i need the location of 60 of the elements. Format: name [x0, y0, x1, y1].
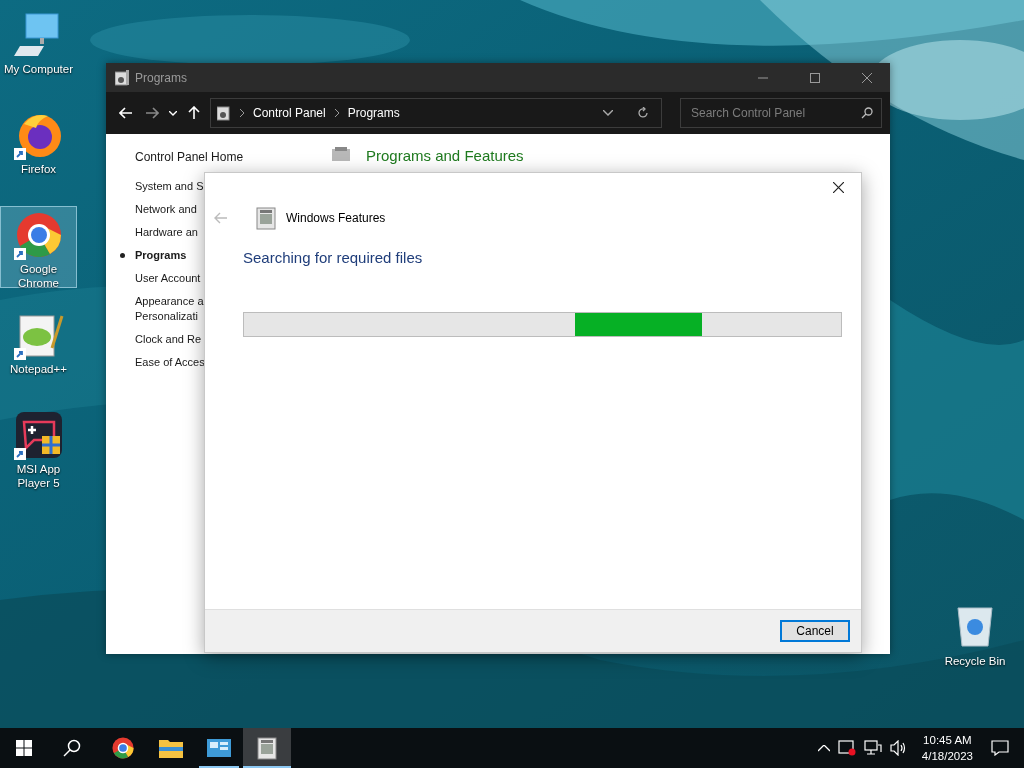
- taskbar-button[interactable]: [243, 728, 291, 768]
- clock-time: 10:45 AM: [923, 733, 972, 748]
- clock[interactable]: 10:45 AM 4/18/2023: [921, 732, 973, 764]
- features-window-icon: [257, 736, 277, 760]
- sidebar-item[interactable]: Hardware an: [135, 225, 198, 240]
- notifications-icon[interactable]: [991, 740, 1009, 756]
- clock-date: 4/18/2023: [921, 749, 973, 764]
- security-alert-icon[interactable]: [837, 740, 856, 756]
- desktop-icon[interactable]: MSI App Player 5: [0, 406, 77, 488]
- chevron-up-icon[interactable]: [817, 744, 830, 752]
- close-icon: [862, 72, 872, 83]
- chrome-icon: [111, 736, 135, 760]
- desktop-icon[interactable]: Notepad++: [0, 306, 77, 388]
- control-panel-icon: [217, 105, 231, 121]
- window-title: Programs: [135, 70, 188, 85]
- cancel-button[interactable]: Cancel: [780, 620, 850, 642]
- sidebar-item[interactable]: Appearance a Personalizati: [135, 294, 204, 324]
- volume-icon[interactable]: [889, 740, 908, 756]
- programs-icon: [330, 147, 352, 161]
- windows-logo-icon: [16, 740, 32, 756]
- breadcrumb-item[interactable]: Programs: [347, 106, 400, 120]
- desktop-icon-label: My Computer: [3, 62, 74, 76]
- desktop-icon[interactable]: My Computer: [0, 6, 77, 88]
- control-panel-icon: [115, 69, 129, 86]
- search-field[interactable]: Search Control Panel: [689, 105, 861, 121]
- minimize-icon: [758, 76, 768, 79]
- sidebar-item[interactable]: System and S: [135, 179, 204, 194]
- desktop-icon-label: MSI App Player 5: [15, 462, 62, 490]
- search-box[interactable]: Search Control Panel: [680, 98, 882, 128]
- breadcrumb-item[interactable]: Control Panel: [253, 106, 326, 120]
- chevron-icon: [239, 109, 245, 117]
- sidebar-item[interactable]: Programs: [135, 248, 187, 263]
- chevron-icon: [333, 109, 340, 117]
- desktop-icon[interactable]: Google Chrome: [0, 206, 77, 288]
- maximize-icon: [810, 72, 820, 83]
- features-window-icon: [256, 206, 276, 230]
- desktop-icon[interactable]: Firefox: [0, 106, 77, 188]
- close-icon: [832, 182, 844, 193]
- sidebar-item[interactable]: Ease of Acces: [135, 355, 205, 370]
- desktop-icon-label: Google Chrome: [17, 262, 60, 290]
- section-link[interactable]: Programs and Features: [366, 147, 524, 164]
- gamepad-app-icon: [13, 410, 64, 460]
- sidebar-item[interactable]: Network and: [135, 202, 197, 217]
- chevron-down-icon: [169, 110, 177, 116]
- desktop-icon-label: Notepad++: [9, 362, 68, 376]
- status-text: Searching for required files: [242, 248, 424, 266]
- dropdown-icon[interactable]: [603, 110, 613, 116]
- sidebar-item[interactable]: User Account: [135, 271, 201, 286]
- dialog-title: Windows Features: [286, 211, 386, 225]
- search-icon: [861, 107, 873, 119]
- network-icon[interactable]: [863, 740, 882, 756]
- folder-icon: [159, 738, 183, 758]
- sidebar-item[interactable]: Clock and Re: [135, 332, 202, 347]
- desktop-icon-label: Firefox: [19, 162, 58, 176]
- address-bar[interactable]: Control Panel Programs: [210, 98, 662, 128]
- refresh-icon[interactable]: [637, 107, 649, 119]
- search-icon: [63, 739, 81, 757]
- desktop-icon-label: Recycle Bin: [943, 654, 1007, 668]
- sidebar-link[interactable]: Control Panel Home: [135, 150, 244, 165]
- control-panel-icon: [207, 738, 231, 758]
